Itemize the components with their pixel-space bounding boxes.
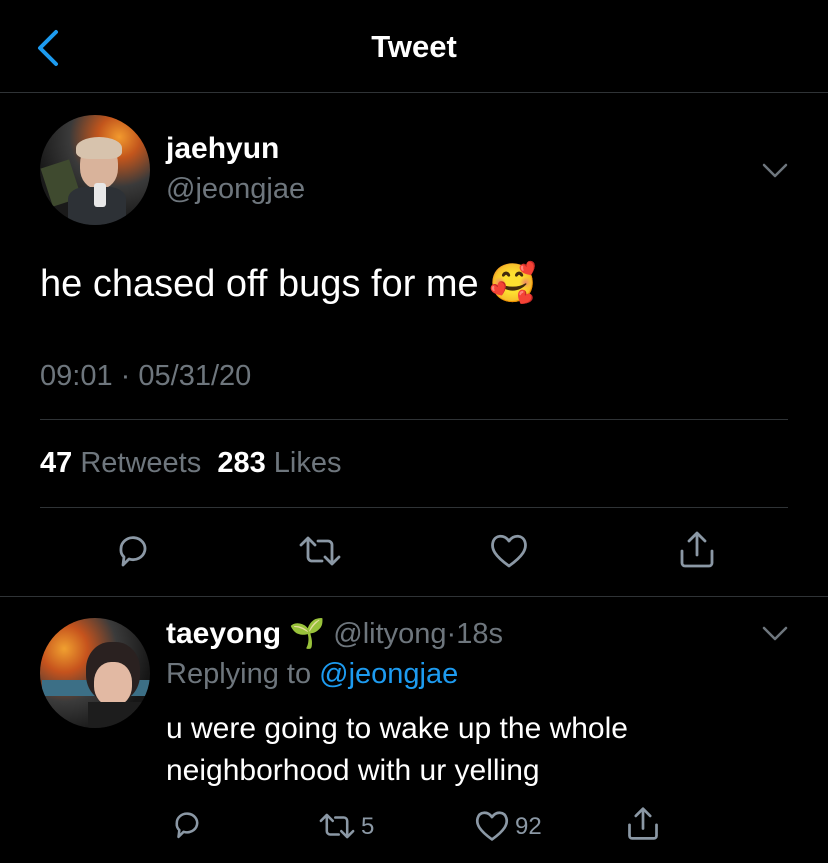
share-icon[interactable] [677, 530, 717, 570]
chevron-down-icon[interactable] [762, 163, 788, 179]
tweet-timestamp: 09:01 · 05/31/20 [40, 360, 251, 393]
reply-heart-icon[interactable] [474, 809, 510, 843]
reply-reply-icon[interactable] [170, 808, 204, 842]
reply-text: u were going to wake up the whole neighb… [166, 712, 628, 787]
page-title: Tweet [371, 29, 457, 64]
tweet-date: 05/31/20 [138, 360, 252, 392]
top-bar: Tweet [0, 0, 828, 93]
reply-header: taeyong 🌱 @lityong·18s [166, 617, 503, 651]
likes-stat[interactable]: 283 Likes [217, 447, 341, 479]
reply-author-name[interactable]: taeyong [166, 617, 281, 650]
retweets-count: 47 [40, 447, 73, 479]
author-handle[interactable]: @jeongjae [166, 173, 305, 206]
smiling-face-with-hearts-emoji: 🥰 [489, 263, 537, 305]
tweet-text: he chased off bugs for me 🥰 [40, 262, 537, 306]
heart-icon[interactable] [489, 532, 529, 570]
tweet-text-content: he chased off bugs for me [40, 263, 479, 305]
divider [40, 507, 788, 508]
avatar[interactable] [40, 115, 150, 225]
retweet-icon[interactable] [298, 531, 342, 571]
replying-to-label: Replying to [166, 658, 312, 690]
likes-label: Likes [273, 447, 342, 479]
reply-retweet-icon[interactable] [318, 809, 356, 843]
likes-count: 283 [217, 447, 266, 479]
retweets-stat[interactable]: 47 Retweets [40, 447, 201, 479]
reply-avatar[interactable] [40, 618, 150, 728]
reply-separator: · [446, 618, 457, 650]
replying-to: Replying to @jeongjae [166, 658, 458, 691]
reply-author-handle[interactable]: @lityong [333, 618, 446, 650]
reply-age: 18s [456, 618, 503, 650]
reply-share-icon[interactable] [625, 806, 661, 842]
divider [40, 419, 788, 420]
author-name[interactable]: jaehyun [166, 132, 279, 166]
divider [0, 596, 828, 597]
tweet-time: 09:01 [40, 360, 113, 392]
replying-to-mention[interactable]: @jeongjae [319, 658, 458, 690]
tweet-stats: 47 Retweets 283 Likes [40, 447, 342, 480]
seedling-emoji: 🌱 [289, 618, 326, 650]
reply-icon[interactable] [113, 531, 153, 571]
meta-separator: · [120, 360, 131, 392]
reply-like-count: 92 [515, 813, 542, 840]
reply-chevron-down-icon[interactable] [762, 626, 788, 642]
reply-retweet-count: 5 [361, 813, 375, 840]
retweets-label: Retweets [80, 447, 202, 479]
